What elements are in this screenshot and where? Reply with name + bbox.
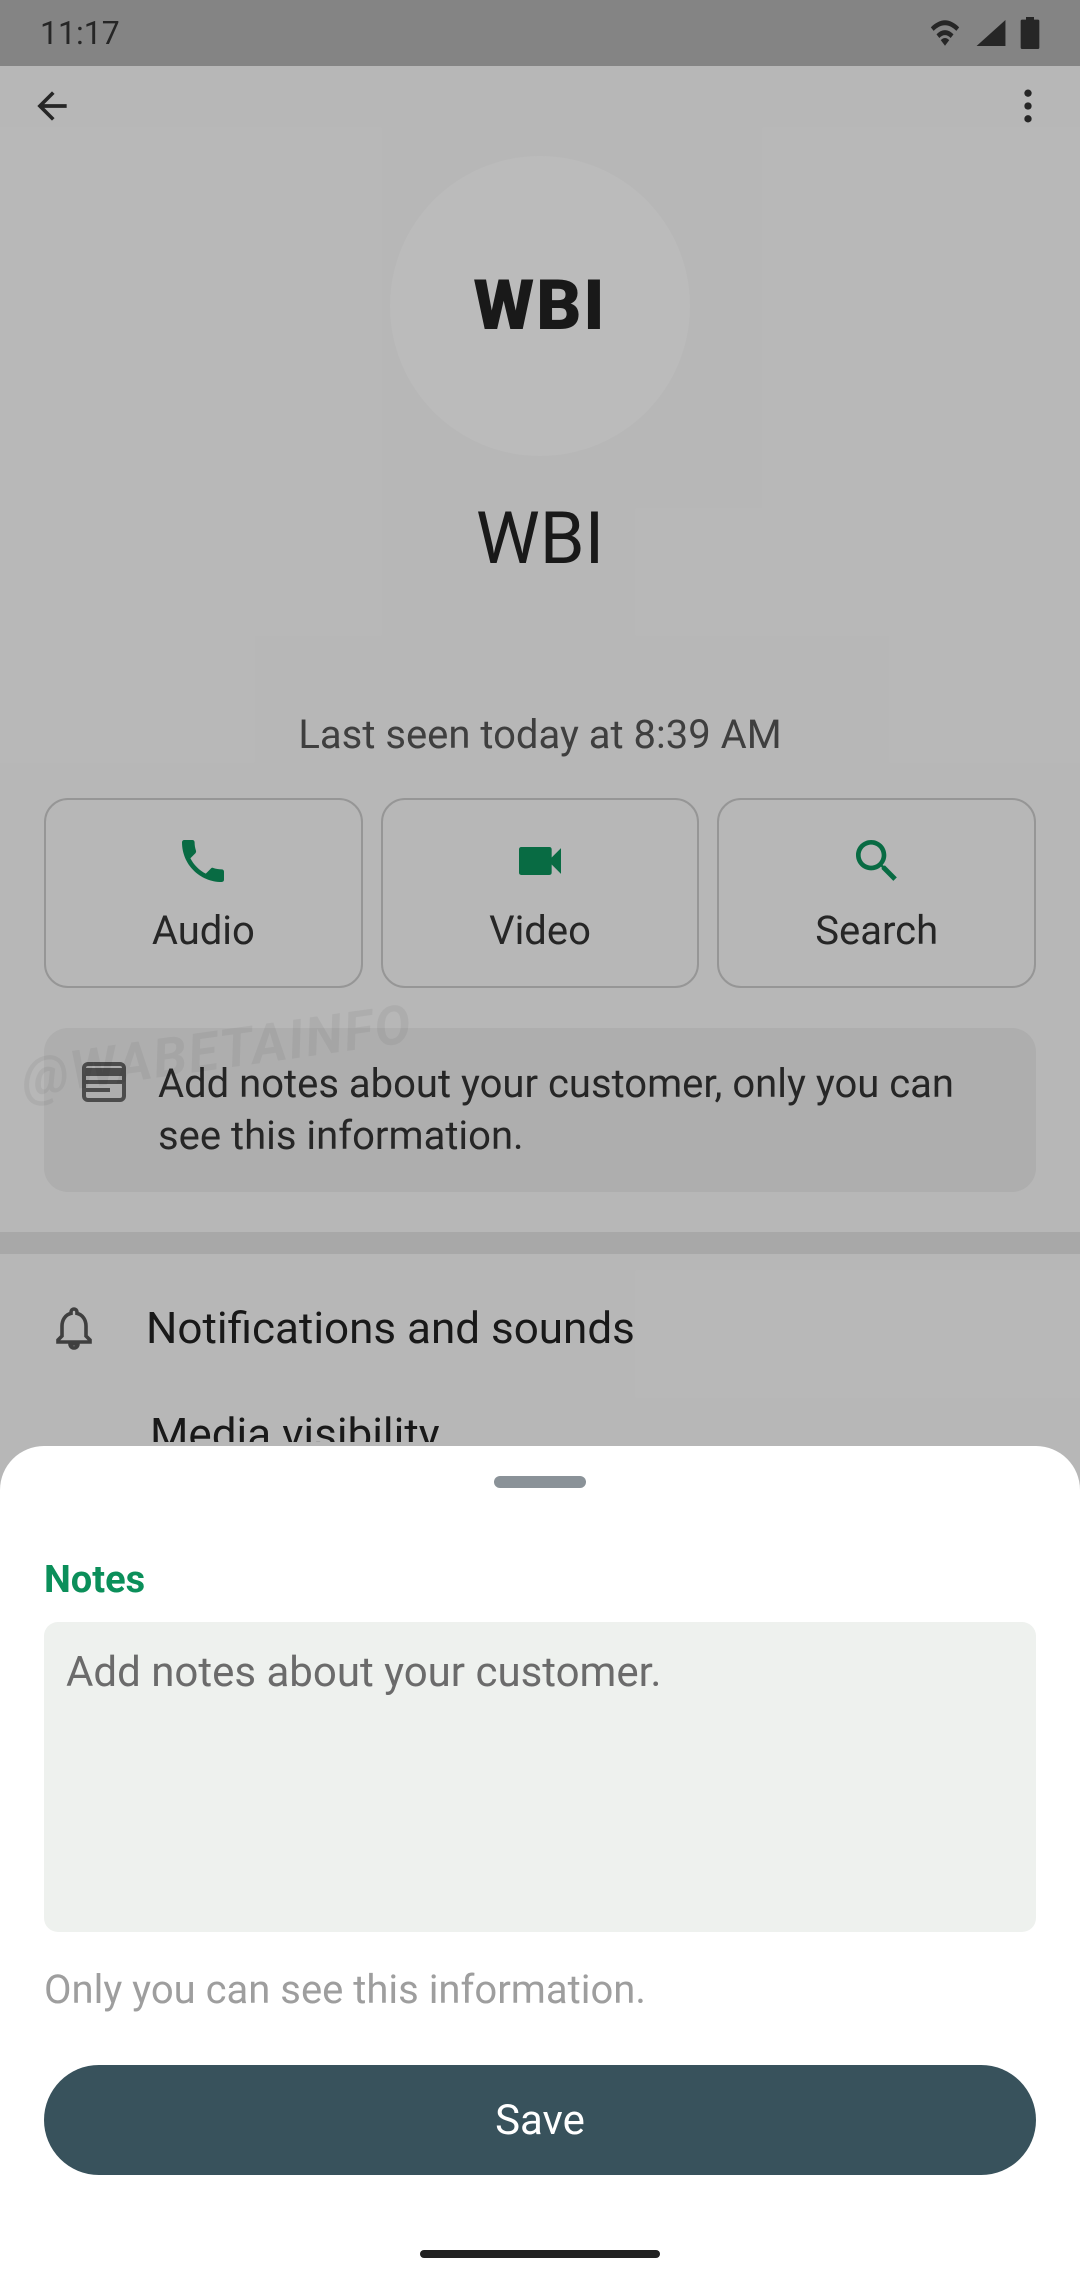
privacy-hint: Only you can see this information. bbox=[44, 1966, 1036, 2013]
sheet-title: Notes bbox=[44, 1558, 1036, 1602]
save-button[interactable]: Save bbox=[44, 2065, 1036, 2175]
navigation-handle[interactable] bbox=[420, 2250, 660, 2258]
drag-handle[interactable] bbox=[494, 1476, 586, 1488]
notes-bottom-sheet: Notes Only you can see this information.… bbox=[0, 1446, 1080, 2280]
notes-input[interactable] bbox=[44, 1622, 1036, 1932]
